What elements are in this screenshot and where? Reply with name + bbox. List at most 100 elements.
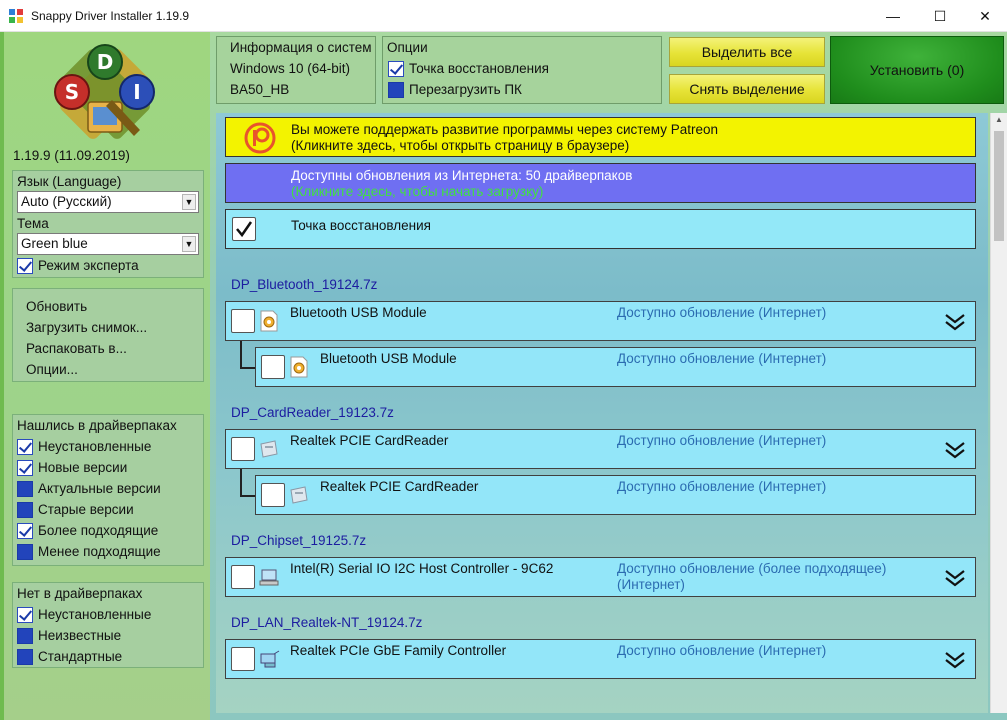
- gear-icon: [259, 310, 279, 332]
- logo-letter-i: I: [133, 80, 140, 104]
- maximize-button[interactable]: ☐: [917, 0, 963, 32]
- select-all-label: Выделить все: [701, 44, 793, 60]
- filter-checkbox[interactable]: [17, 460, 33, 476]
- updates-line2: (Кликните здесь, чтобы начать загрузку): [291, 184, 544, 199]
- driver-checkbox[interactable]: [231, 647, 255, 671]
- driver-row[interactable]: Intel(R) Serial IO I2C Host Controller -…: [225, 557, 976, 597]
- driver-checkbox[interactable]: [231, 565, 255, 589]
- restore-point-label: Точка восстановления: [409, 61, 549, 76]
- logo-letter-s: S: [65, 80, 79, 104]
- driver-status: Доступно обновление (более подходящее) (…: [617, 561, 887, 592]
- language-select[interactable]: Auto (Русский) ▼: [17, 191, 199, 213]
- filter-checkbox[interactable]: [17, 439, 33, 455]
- action-refresh[interactable]: Обновить: [26, 299, 87, 314]
- filter-label: Актуальные версии: [38, 481, 161, 496]
- card-reader-icon: [259, 438, 279, 460]
- minimize-button[interactable]: —: [870, 0, 916, 32]
- language-label: Язык (Language): [17, 174, 122, 189]
- filter-label: Новые версии: [38, 460, 128, 475]
- driverpack-title: DP_LAN_Realtek-NT_19124.7z: [231, 615, 423, 630]
- found-filter-title: Нашлись в драйверпаках: [17, 418, 177, 433]
- filter-checkbox[interactable]: [17, 628, 33, 644]
- patreon-banner[interactable]: Вы можете поддержать развитие программы …: [225, 117, 976, 157]
- reboot-label: Перезагрузить ПК: [409, 82, 522, 97]
- app-icon: [9, 9, 23, 23]
- patreon-line1: Вы можете поддержать развитие программы …: [291, 122, 719, 137]
- actions-panel: Обновить Загрузить снимок... Распаковать…: [12, 288, 204, 382]
- filter-checkbox[interactable]: [17, 523, 33, 539]
- card-reader-icon: [289, 484, 309, 506]
- found-filter-panel: Нашлись в драйверпаках Неустановленные Но…: [12, 414, 204, 566]
- tree-line: [240, 367, 256, 369]
- check-icon: [236, 221, 253, 238]
- restore-point-checkbox[interactable]: [388, 61, 404, 77]
- action-extract-to[interactable]: Распаковать в...: [26, 341, 127, 356]
- sdi-logo: D S I: [54, 44, 155, 139]
- filter-checkbox[interactable]: [17, 607, 33, 623]
- driver-status: Доступно обновление (Интернет): [617, 305, 827, 320]
- scroll-thumb[interactable]: [994, 131, 1004, 241]
- language-value: Auto (Русский): [21, 194, 112, 209]
- expand-chevron-icon[interactable]: [944, 569, 966, 587]
- filter-checkbox[interactable]: [17, 544, 33, 560]
- filter-checkbox[interactable]: [17, 649, 33, 665]
- system-info-title: Информация о систем: [230, 40, 372, 55]
- expand-chevron-icon[interactable]: [944, 441, 966, 459]
- driver-checkbox[interactable]: [231, 309, 255, 333]
- tree-line: [240, 495, 256, 497]
- network-icon: [259, 648, 280, 670]
- filter-label: Менее подходящие: [38, 544, 161, 559]
- close-button[interactable]: ✕: [962, 0, 1007, 32]
- driver-name: Bluetooth USB Module: [290, 305, 427, 320]
- expand-chevron-icon[interactable]: [944, 313, 966, 331]
- reboot-checkbox[interactable]: [388, 82, 404, 98]
- title-bar: Snappy Driver Installer 1.19.9 — ☐ ✕: [0, 0, 1007, 32]
- missing-filter-title: Нет в драйверпаках: [17, 586, 143, 601]
- expand-chevron-icon[interactable]: [944, 651, 966, 669]
- window-title: Snappy Driver Installer 1.19.9: [31, 9, 190, 23]
- filter-checkbox[interactable]: [17, 481, 33, 497]
- install-button[interactable]: Установить (0): [830, 36, 1004, 104]
- action-load-snapshot[interactable]: Загрузить снимок...: [26, 320, 147, 335]
- filter-label: Старые версии: [38, 502, 134, 517]
- driver-checkbox[interactable]: [231, 437, 255, 461]
- filter-label: Неизвестные: [38, 628, 122, 643]
- filter-checkbox[interactable]: [17, 502, 33, 518]
- driver-row[interactable]: Realtek PCIe GbE Family Controller Доступ…: [225, 639, 976, 679]
- filter-label: Стандартные: [38, 649, 123, 664]
- scroll-up-arrow-icon[interactable]: ▲: [991, 115, 1007, 129]
- expert-mode-checkbox[interactable]: [17, 258, 33, 274]
- settings-panel: Язык (Language) Auto (Русский) ▼ Тема Gr…: [12, 170, 204, 278]
- driver-name: Realtek PCIE CardReader: [320, 479, 479, 494]
- driver-name: Bluetooth USB Module: [320, 351, 457, 366]
- restore-point-row-checkbox[interactable]: [232, 217, 256, 241]
- driver-row[interactable]: Bluetooth USB Module Доступно обновление …: [225, 301, 976, 341]
- expert-mode-label: Режим эксперта: [38, 258, 139, 273]
- driver-row[interactable]: Realtek PCIE CardReader Доступно обновлен…: [255, 475, 976, 515]
- deselect-label: Снять выделение: [689, 81, 805, 97]
- restore-point-row[interactable]: Точка восстановления: [225, 209, 976, 249]
- driverpack-title: DP_Chipset_19125.7z: [231, 533, 367, 548]
- driver-status: Доступно обновление (Интернет): [617, 479, 827, 494]
- driver-name: Intel(R) Serial IO I2C Host Controller -…: [290, 561, 554, 576]
- left-edge: [0, 32, 4, 720]
- driver-checkbox[interactable]: [261, 355, 285, 379]
- filter-label: Неустановленные: [38, 439, 152, 454]
- tree-line: [240, 341, 242, 369]
- driver-row[interactable]: Bluetooth USB Module Доступно обновление …: [255, 347, 976, 387]
- system-os: Windows 10 (64-bit): [230, 61, 351, 76]
- driver-checkbox[interactable]: [261, 483, 285, 507]
- driver-list-scrollbar[interactable]: ▲: [990, 113, 1007, 713]
- theme-select[interactable]: Green blue ▼: [17, 233, 199, 255]
- options-panel: Опции Точка восстановления Перезагрузить…: [382, 36, 662, 104]
- updates-banner[interactable]: Доступны обновления из Интернета: 50 дра…: [225, 163, 976, 203]
- chevron-down-icon: ▼: [182, 194, 196, 210]
- action-options[interactable]: Опции...: [26, 362, 78, 377]
- theme-label: Тема: [17, 216, 49, 231]
- select-all-button[interactable]: Выделить все: [669, 37, 825, 67]
- deselect-button[interactable]: Снять выделение: [669, 74, 825, 104]
- patreon-line2: (Кликните здесь, чтобы открыть страницу …: [291, 138, 630, 153]
- logo-letter-d: D: [97, 50, 114, 74]
- driver-row[interactable]: Realtek PCIE CardReader Доступно обновлен…: [225, 429, 976, 469]
- driver-status: Доступно обновление (Интернет): [617, 351, 827, 366]
